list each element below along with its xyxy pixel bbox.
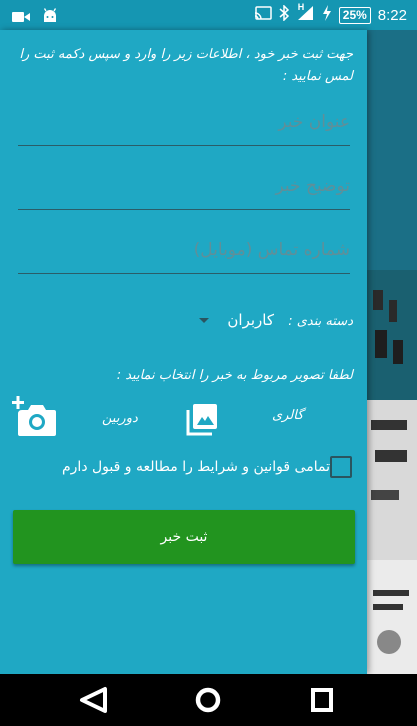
- background-header: [365, 30, 417, 270]
- add-camera-photo-icon[interactable]: [12, 396, 58, 438]
- submit-news-button[interactable]: ثبت خبر: [13, 510, 355, 564]
- charging-icon: [322, 5, 332, 25]
- news-title-input[interactable]: [18, 102, 350, 145]
- chevron-down-icon: [199, 317, 210, 323]
- terms-row[interactable]: تمامی قوانین و شرایط را مطالعه و قبول دا…: [62, 456, 352, 480]
- background-news-image: [365, 560, 417, 674]
- battery-icon: 25%: [338, 6, 371, 24]
- terms-checkbox[interactable]: [330, 456, 352, 478]
- category-selected-value: کاربران: [227, 311, 274, 329]
- category-label: دسته بندی :: [288, 314, 353, 329]
- clock: 8:22: [377, 6, 407, 24]
- news-title-field[interactable]: [18, 102, 350, 146]
- gallery-icon[interactable]: [186, 402, 218, 436]
- camera-label[interactable]: دوربین: [102, 411, 138, 426]
- signal-icon: H: [297, 2, 315, 25]
- recent-apps-icon[interactable]: [307, 686, 337, 714]
- news-description-field[interactable]: [18, 166, 350, 210]
- battery-level: 25%: [342, 7, 367, 22]
- background-news-image: [365, 270, 417, 400]
- cast-icon: [254, 5, 272, 25]
- background-app[interactable]: [365, 30, 417, 674]
- news-description-input[interactable]: [18, 166, 350, 209]
- phone-field[interactable]: [18, 230, 350, 274]
- bluetooth-icon: [279, 4, 290, 25]
- home-icon[interactable]: [193, 686, 223, 714]
- gallery-label[interactable]: گالری: [272, 408, 303, 423]
- terms-label: تمامی قوانین و شرایط را مطالعه و قبول دا…: [62, 459, 330, 475]
- back-icon[interactable]: [79, 686, 109, 714]
- signal-type-label: H: [297, 2, 305, 12]
- android-icon: [42, 7, 58, 27]
- news-submit-drawer: جهت ثبت خبر خود ، اطلاعات زیر را وارد و …: [0, 30, 367, 674]
- status-bar: H 25% 8:22: [0, 0, 417, 30]
- phone-input[interactable]: [18, 230, 350, 273]
- category-select[interactable]: کاربران: [168, 304, 274, 336]
- intro-text: جهت ثبت خبر خود ، اطلاعات زیر را وارد و …: [19, 47, 353, 84]
- image-prompt: لطفا تصویر مربوط به خبر را انتخاب نمایید…: [116, 368, 353, 383]
- camera-icon: [12, 8, 30, 27]
- navigation-bar: [0, 674, 417, 726]
- background-news-image: [365, 400, 417, 560]
